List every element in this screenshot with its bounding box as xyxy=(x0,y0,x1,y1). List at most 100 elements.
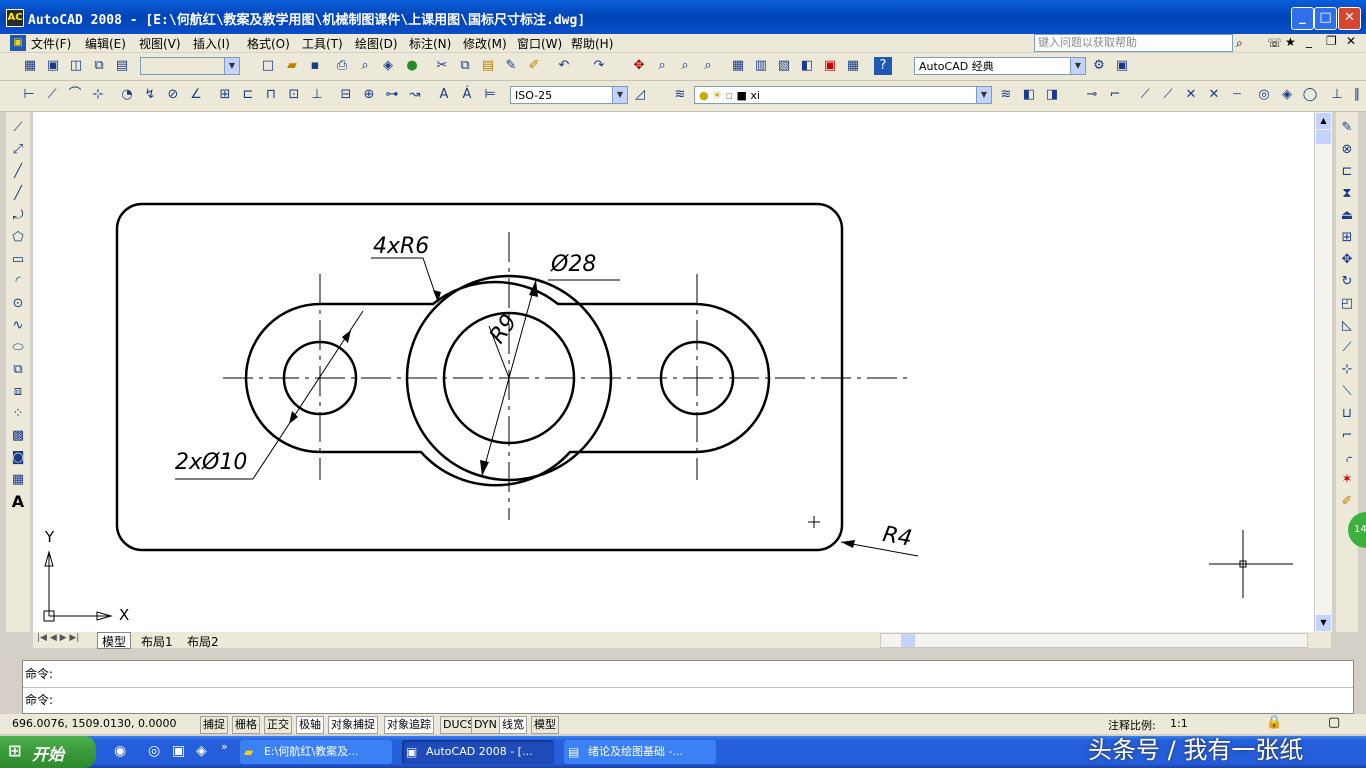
close-button[interactable]: ✕ xyxy=(1338,7,1361,30)
tolerance-icon[interactable]: ⊟ xyxy=(337,86,355,104)
menu-edit[interactable]: 编辑(E) xyxy=(85,35,126,52)
fillet-icon[interactable]: ⌌ xyxy=(1337,448,1357,468)
center-mark-icon[interactable]: ⊕ xyxy=(360,86,378,104)
menu-format[interactable]: 格式(O) xyxy=(247,35,290,52)
scale-icon[interactable]: ◰ xyxy=(1337,294,1357,314)
angular-dim-icon[interactable]: ∠ xyxy=(187,86,205,104)
menu-modify[interactable]: 修改(M) xyxy=(463,35,507,52)
redo-icon[interactable]: ↷ xyxy=(590,57,608,75)
line-icon[interactable]: ⟋ xyxy=(8,118,28,138)
dim-update-icon[interactable]: ⊨ xyxy=(481,86,499,104)
doc-minimize-button[interactable]: _ xyxy=(1306,34,1312,48)
pentagon-icon[interactable]: ⬠ xyxy=(8,228,28,248)
paste-icon[interactable]: ▤ xyxy=(479,57,497,75)
erase-icon[interactable]: ✎ xyxy=(1337,118,1357,138)
polygon-icon[interactable]: ╱ xyxy=(8,184,28,204)
snap-center-icon[interactable]: ◎ xyxy=(1255,86,1273,104)
menu-dimension[interactable]: 标注(N) xyxy=(409,35,451,52)
join-icon[interactable]: ⊔ xyxy=(1337,404,1357,424)
polar-toggle[interactable]: 极轴 xyxy=(296,716,324,734)
3d-dwf-icon[interactable]: ● xyxy=(403,57,421,75)
drawing-canvas[interactable]: 4xR6 Ø28 R9 2xØ10 R4 Y X xyxy=(33,112,1314,632)
circle-icon[interactable]: ⊙ xyxy=(8,294,28,314)
diameter-dim-icon[interactable]: ⊘ xyxy=(164,86,182,104)
move-icon[interactable]: ✥ xyxy=(1337,250,1357,270)
ucs-world-icon[interactable]: ⌐ xyxy=(1106,86,1124,104)
scroll-up-icon[interactable]: ▲ xyxy=(1316,113,1331,129)
point-icon[interactable]: ⁘ xyxy=(8,404,28,424)
design-center-icon[interactable]: ▥ xyxy=(752,57,770,75)
chamfer-icon[interactable]: ⌐ xyxy=(1337,426,1357,446)
baseline-icon[interactable]: ⊏ xyxy=(239,86,257,104)
copy-icon[interactable]: ⧉ xyxy=(456,57,474,75)
favorites-icon[interactable]: ★ xyxy=(1285,35,1296,49)
coordinates-display[interactable]: 696.0076, 1509.0130, 0.0000 xyxy=(12,717,176,730)
command-prompt[interactable]: 命令: xyxy=(25,691,53,708)
new-icon[interactable]: □ xyxy=(259,57,277,75)
quicklaunch-icon-3[interactable]: ▣ xyxy=(172,743,185,759)
snap-extension-icon[interactable]: ┄ xyxy=(1228,86,1246,104)
inspection-icon[interactable]: ⊶ xyxy=(383,86,401,104)
dim-style-select[interactable]: ISO-25 ▼ xyxy=(510,86,628,104)
polyline-icon[interactable]: ╱ xyxy=(8,162,28,182)
command-window[interactable]: 命令: 命令: xyxy=(22,660,1354,714)
make-block-icon[interactable]: ⧈ xyxy=(8,382,28,402)
dim-text-edit-icon[interactable]: Á xyxy=(458,86,476,104)
array-icon[interactable]: ⊞ xyxy=(1337,228,1357,248)
scroll-down-icon[interactable]: ▼ xyxy=(1316,615,1331,631)
continue-icon[interactable]: ⊓ xyxy=(262,86,280,104)
sheet-set-icon[interactable]: ◧ xyxy=(798,57,816,75)
calculator-icon[interactable]: ▦ xyxy=(844,57,862,75)
tab-nav-arrows-icon[interactable]: |◀ ◀ ▶ ▶| xyxy=(37,633,79,643)
rotate-icon[interactable]: ↻ xyxy=(1337,272,1357,292)
layer-state-icon[interactable]: ◨ xyxy=(1043,86,1061,104)
hatch-icon[interactable]: ▩ xyxy=(8,426,28,446)
snap-midpoint-icon[interactable]: ⟋ xyxy=(1159,86,1177,104)
aligned-dim-icon[interactable]: ⟋ xyxy=(43,86,61,104)
print-preview-icon[interactable]: ⌕ xyxy=(356,57,374,75)
lineweight-toggle[interactable]: 线宽 xyxy=(499,716,527,734)
print-icon[interactable]: ⎙ xyxy=(333,57,351,75)
snap-intersection-icon[interactable]: ✕ xyxy=(1182,86,1200,104)
task-explorer[interactable]: E:\何航红\教案及... xyxy=(240,740,392,764)
markup-icon[interactable]: ▣ xyxy=(821,57,839,75)
minimize-button[interactable]: _ xyxy=(1291,7,1314,30)
region-icon[interactable]: ◙ xyxy=(8,448,28,468)
arrange-icon[interactable]: ▤ xyxy=(113,57,131,75)
arc-length-icon[interactable]: ⌒ xyxy=(66,86,84,104)
workspace-save-icon[interactable]: ▣ xyxy=(1113,57,1131,75)
snap-perpendicular-icon[interactable]: ⊥ xyxy=(1328,86,1346,104)
snap-endpoint-icon[interactable]: ⟋ xyxy=(1136,86,1154,104)
document-icon[interactable]: ▣ xyxy=(10,35,26,51)
start-button[interactable]: ⊞ 开始 xyxy=(0,736,96,768)
menu-window[interactable]: 窗口(W) xyxy=(517,35,562,52)
menu-help[interactable]: 帮助(H) xyxy=(571,35,613,52)
menu-draw[interactable]: 绘图(D) xyxy=(355,35,398,52)
extend-icon[interactable]: ⊹ xyxy=(1337,360,1357,380)
annotation-scale-value[interactable]: 1:1 xyxy=(1170,717,1188,730)
undo-icon[interactable]: ↶ xyxy=(555,57,573,75)
maximize-button[interactable]: □ xyxy=(1314,7,1337,30)
explode-icon[interactable]: ✶ xyxy=(1337,470,1357,490)
arc-icon[interactable]: ◜ xyxy=(8,272,28,292)
ucs-icon[interactable]: ⊸ xyxy=(1083,86,1101,104)
otrack-toggle[interactable]: 对象追踪 xyxy=(384,716,434,734)
tab-model[interactable]: 模型 xyxy=(97,632,132,649)
construction-line-icon[interactable]: ⤢ xyxy=(8,140,28,160)
snap-quadrant-icon[interactable]: ◈ xyxy=(1278,86,1296,104)
quick-dim-icon[interactable]: ⊞ xyxy=(216,86,234,104)
quicklaunch-icon-1[interactable]: ◉ xyxy=(114,743,126,759)
cut-icon[interactable]: ✂ xyxy=(433,57,451,75)
zoom-previous-icon[interactable]: ⌕ xyxy=(699,57,717,75)
radius-dim-icon[interactable]: ◔ xyxy=(118,86,136,104)
doc-restore-button[interactable]: ❐ xyxy=(1326,34,1337,48)
rectangle-icon[interactable]: ⤾ xyxy=(8,206,28,226)
autocad-app-icon[interactable]: AC xyxy=(6,9,24,27)
edit-icon[interactable]: ✐ xyxy=(1337,492,1357,512)
dim-edit-icon[interactable]: A xyxy=(435,86,453,104)
properties-icon[interactable]: ▦ xyxy=(729,57,747,75)
break-icon[interactable]: ⟍ xyxy=(1337,382,1357,402)
mirror-icon[interactable]: ⊏ xyxy=(1337,162,1357,182)
menu-tools[interactable]: 工具(T) xyxy=(302,35,343,52)
osnap-toggle[interactable]: 对象捕捉 xyxy=(328,716,378,734)
